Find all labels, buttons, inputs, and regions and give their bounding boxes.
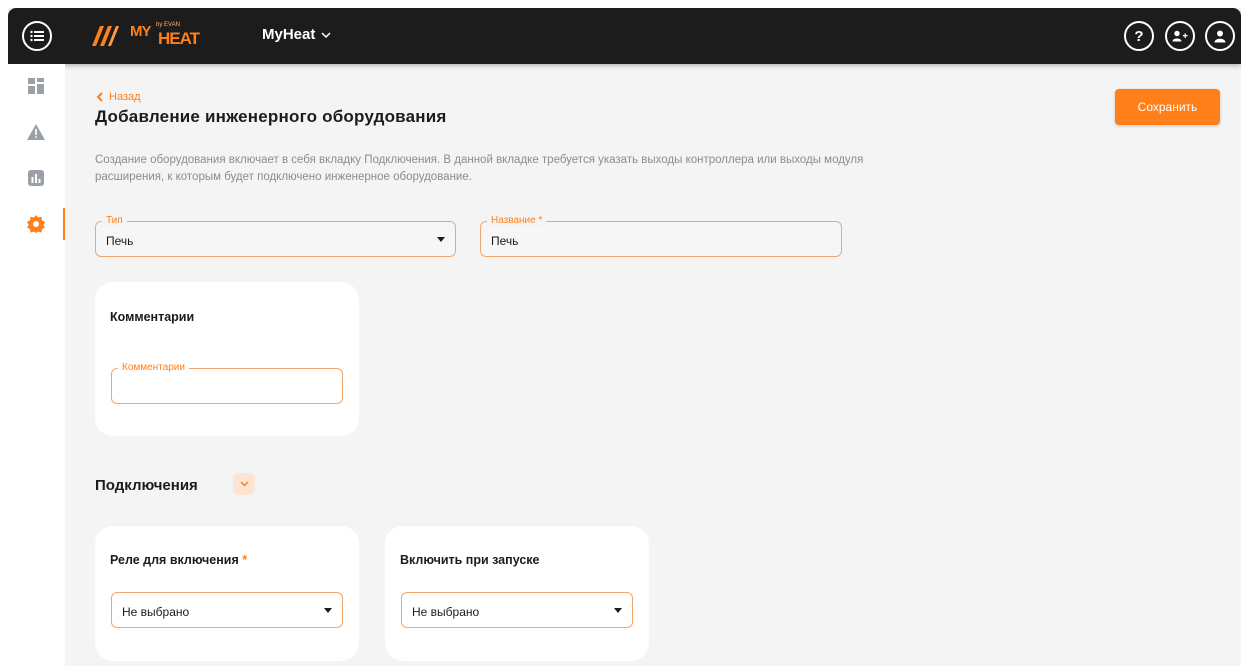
- add-user-icon[interactable]: [1165, 21, 1195, 51]
- startup-card: Включить при запуске Не выбрано: [385, 526, 649, 661]
- caret-down-icon: [437, 237, 445, 242]
- help-icon[interactable]: ?: [1124, 21, 1154, 51]
- name-field[interactable]: Название * Печь: [480, 215, 842, 257]
- menu-icon[interactable]: [22, 21, 52, 51]
- logo[interactable]: MY by EVAN HEAT: [90, 20, 200, 52]
- sidebar: [8, 64, 65, 666]
- caret-down-icon: [614, 608, 622, 613]
- comments-card-title: Комментарии: [110, 310, 195, 324]
- app-selector[interactable]: MyHeat: [262, 26, 331, 43]
- chevron-down-icon: [321, 31, 331, 38]
- startup-select[interactable]: Не выбрано: [401, 592, 633, 628]
- name-label-text: Название: [491, 215, 536, 226]
- startup-card-title: Включить при запуске: [400, 553, 540, 567]
- connections-title: Подключения: [95, 477, 198, 494]
- connections-toggle[interactable]: [233, 473, 255, 495]
- sidebar-active-indicator: [63, 208, 65, 240]
- startup-select-value: Не выбрано: [412, 605, 480, 619]
- comments-field[interactable]: Комментарии: [111, 362, 343, 404]
- logo-word: HEAT: [158, 29, 200, 48]
- back-link[interactable]: Назад: [96, 91, 141, 103]
- required-mark: *: [538, 215, 543, 226]
- relay-card: Реле для включения * Не выбрано: [95, 526, 359, 661]
- top-bar: MY by EVAN HEAT MyHeat ?: [8, 8, 1241, 64]
- comments-field-label: Комментарии: [118, 362, 189, 374]
- relay-title-text: Реле для включения: [110, 553, 239, 567]
- type-label: Тип: [102, 215, 127, 227]
- gear-icon[interactable]: [26, 214, 46, 234]
- relay-card-title: Реле для включения *: [110, 553, 247, 567]
- type-value: Печь: [106, 234, 134, 248]
- relay-select[interactable]: Не выбрано: [111, 592, 343, 628]
- chevron-left-icon: [96, 92, 103, 102]
- chevron-down-icon: [239, 481, 249, 487]
- logo-text: MY: [130, 23, 151, 40]
- app-window: MY by EVAN HEAT MyHeat ? Назад Добавлени…: [8, 8, 1241, 666]
- name-label: Название *: [487, 215, 547, 227]
- comments-card: Комментарии Комментарии: [95, 282, 359, 436]
- profile-icon[interactable]: [1205, 21, 1235, 51]
- back-label: Назад: [109, 91, 141, 103]
- warning-icon[interactable]: [26, 122, 46, 142]
- page-description: Создание оборудования включает в себя вк…: [95, 154, 864, 183]
- name-value: Печь: [491, 234, 519, 248]
- page-title: Добавление инженерного оборудования: [95, 107, 447, 126]
- type-select[interactable]: Тип Печь: [95, 215, 456, 257]
- logo-subtext: by EVAN: [156, 22, 180, 28]
- caret-down-icon: [324, 608, 332, 613]
- save-button[interactable]: Сохранить: [1115, 89, 1220, 125]
- logo-flame-icon: [92, 26, 119, 46]
- app-name: MyHeat: [262, 26, 316, 43]
- relay-select-value: Не выбрано: [122, 605, 190, 619]
- required-mark: *: [242, 553, 248, 567]
- dashboard-icon[interactable]: [26, 76, 46, 96]
- chart-icon[interactable]: [26, 168, 46, 188]
